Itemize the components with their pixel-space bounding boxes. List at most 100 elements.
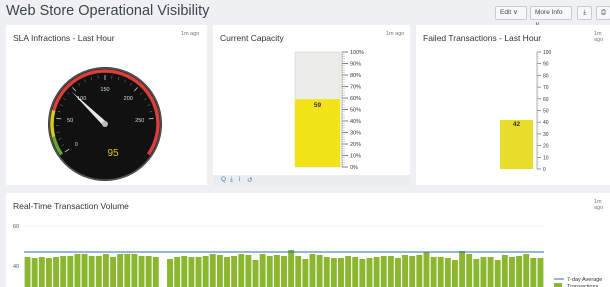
failed-tick-label: 90 [543,62,549,68]
capacity-tick-label: 30% [350,131,361,137]
capacity-tick-label: 100% [350,50,364,56]
print-icon[interactable]: ⎙ [596,6,610,20]
volume-bar [430,257,437,287]
volume-bar [231,256,238,287]
volume-bar [110,257,117,287]
volume-bar [67,256,74,287]
volume-bar [359,259,366,287]
volume-bar [152,257,159,287]
volume-bar [74,254,81,287]
gauge-tick-label: 50 [67,118,73,124]
volume-bar [281,256,287,287]
edit-button[interactable]: Edit ∨ [495,6,527,20]
search-icon[interactable]: Q [221,176,226,183]
volume-bar [124,254,131,287]
volume-bar [81,254,88,287]
failed-tick-label: 60 [543,97,549,103]
capacity-value: 59 [314,102,322,109]
volume-bar [409,256,416,287]
volume-bar [38,257,45,287]
volume-bar [252,260,259,287]
panel-toolbar: Q ⤓ i ↺ [213,175,410,186]
volume-bar [131,254,138,287]
volume-bar [423,252,430,287]
volume-bar [117,254,124,287]
volume-bar [416,255,423,287]
gauge-tick-label: 0 [75,142,78,148]
legend-transactions-swatch [554,283,562,287]
sla-panel: SLA Infractions - Last Hour 1m ago 0 50 10… [6,25,207,185]
volume-bar [302,259,309,287]
capacity-tick-label: 50% [350,108,361,114]
volume-bar [537,258,544,287]
volume-bar [345,256,352,287]
capacity-fill [295,99,340,167]
volume-bar [494,260,501,287]
volume-bar [245,255,252,287]
gauge-needle-hub [102,121,108,127]
volume-bar [145,256,152,287]
volume-bar [323,257,330,287]
volume-bar [366,258,373,287]
volume-bar [95,256,102,287]
capacity-panel: Current Capacity 1m ago 59 100% 90% 80% 70% 6… [213,25,410,175]
gauge-value: 95 [107,148,119,159]
capacity-filler-gauge: 59 100% 90% 80% 70% 60% 50% 40% 30% 20% 10% 0% [294,50,364,171]
volume-bar [188,257,195,287]
volume-bar [508,257,515,287]
volume-bar [238,254,245,287]
volume-bar [459,251,466,287]
refresh-icon[interactable]: ↺ [247,176,252,184]
volume-bar [24,257,31,287]
volume-bar [373,257,380,287]
volume-bar [167,259,173,287]
top-bar: Web Store Operational Visibility Edit ∨ … [0,0,610,28]
volume-bar [138,256,145,287]
failed-tick-label: 50 [543,109,549,115]
capacity-tick-label: 80% [350,73,361,79]
volume-bar [480,257,487,287]
volume-bar [45,258,52,287]
failed-tick-label: 10 [543,155,549,161]
capacity-tick-label: 0% [350,165,358,171]
volume-bar [174,257,181,287]
gauge-band-yellow [50,109,56,138]
volume-bar [60,256,67,287]
gauge-tick-label: 200 [124,96,133,102]
capacity-tick-label: 60% [350,96,361,102]
volume-bar [466,254,473,287]
volume-bar [266,256,273,287]
volume-bar [473,259,480,287]
volume-bar [444,258,451,287]
volume-bar [352,257,359,287]
capacity-tick-label: 40% [350,119,361,125]
legend-average-label: 7-day Average [567,277,602,283]
volume-bar [224,257,230,287]
volume-bar [437,257,444,287]
volume-bar [309,254,316,287]
capacity-tick-label: 90% [350,62,361,68]
volume-bar [530,258,537,287]
download-icon[interactable]: ⤓ [577,6,592,20]
volume-bar [195,257,202,287]
volume-bar [53,257,60,287]
failed-tick-label: 0 [543,167,546,173]
volume-bar [501,255,508,287]
volume-bar [295,256,302,287]
sla-radial-gauge: 05010015020025095 [48,67,162,181]
volume-bar [387,256,394,287]
volume-bar [380,256,387,287]
export-icon[interactable]: ⤓ [230,176,233,184]
gauge-tick-label: 250 [135,118,144,124]
volume-bar [88,256,95,287]
volume-bar [216,255,223,287]
failed-tick-label: 40 [543,120,549,126]
volume-panel: Real-Time Transaction Volume 1m ago 60 40… [6,193,610,287]
capacity-tick-label: 20% [350,142,361,148]
more-info-button[interactable]: More Info ∨ [530,6,572,28]
info-icon[interactable]: i [239,176,240,183]
volume-bar [31,258,38,287]
volume-bar [259,254,266,287]
volume-bar [330,258,337,287]
volume-bar [209,254,216,287]
